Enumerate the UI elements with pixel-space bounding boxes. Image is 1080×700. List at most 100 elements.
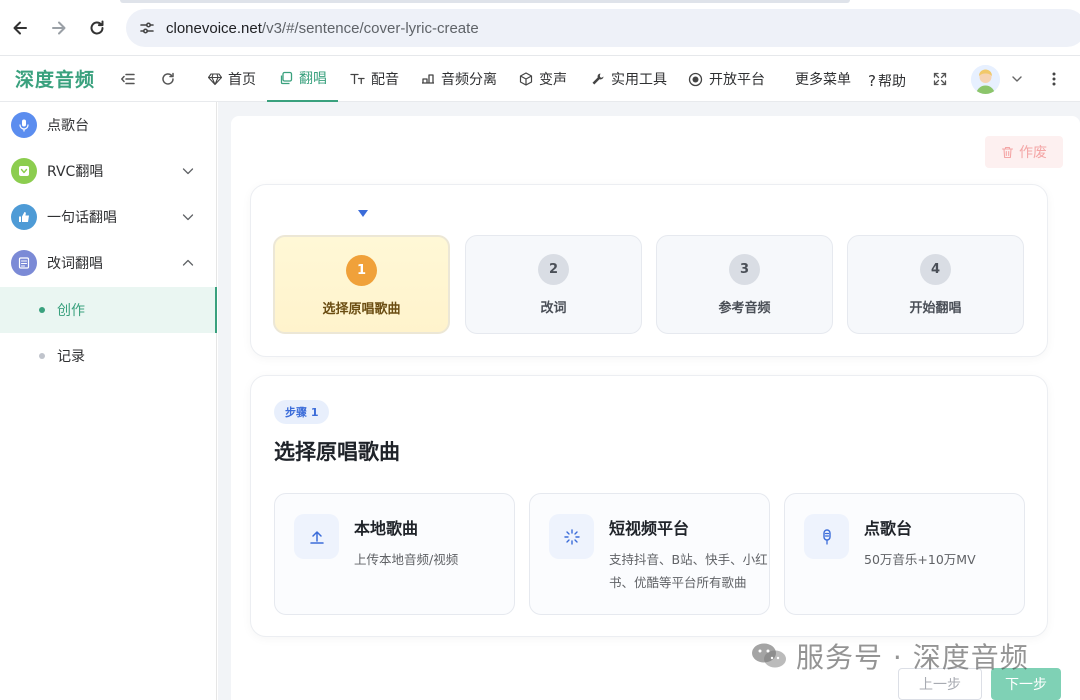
content-title: 选择原唱歌曲 (274, 440, 400, 464)
steps-card: 1 选择原唱歌曲 2 改词 3 参考音频 4 开始翻唱 (250, 184, 1048, 357)
split-icon (421, 72, 435, 86)
fullscreen-icon[interactable] (929, 68, 951, 90)
step-number: 3 (729, 254, 760, 285)
option-desc: 50万音乐+10万MV (864, 552, 976, 567)
microphone-icon (11, 112, 37, 138)
step-badge: 步骤 1 (274, 400, 330, 424)
menu-home[interactable]: 首页 (208, 56, 256, 102)
browser-toolbar: clonevoice.net/v3/#/sentence/cover-lyric… (0, 0, 1080, 56)
menu-voice-change[interactable]: 变声 (519, 56, 567, 102)
option-desc: 支持抖音、B站、快手、小红书、优酷等平台所有歌曲 (609, 552, 768, 590)
menu-open-platform[interactable]: 开放平台 (688, 56, 765, 102)
wrench-icon (591, 72, 605, 86)
discard-button[interactable]: 作废 (985, 136, 1063, 168)
menu-cover-label: 翻唱 (299, 71, 327, 87)
wechat-logo-icon (750, 641, 788, 671)
trash-icon (1001, 146, 1014, 158)
menu-tools[interactable]: 实用工具 (591, 56, 667, 102)
back-button[interactable] (8, 16, 32, 40)
sidebar-subitem-label: 创作 (57, 303, 85, 319)
arrow-left-icon (13, 21, 27, 35)
option-desc: 上传本地音频/视频 (354, 552, 459, 567)
menu-help-label: 帮助 (877, 74, 906, 90)
sidebar-item-label: 点歌台 (47, 118, 89, 134)
sidebar-item-karaoke[interactable]: 点歌台 (0, 102, 217, 148)
step-label: 选择原唱歌曲 (322, 302, 401, 317)
reload-icon (90, 20, 104, 35)
menu-voice-change-label: 变声 (539, 72, 567, 88)
menu-cover[interactable]: 翻唱 (267, 56, 338, 102)
option-karaoke[interactable]: 点歌台 50万音乐+10万MV (784, 493, 1025, 615)
step-1[interactable]: 1 选择原唱歌曲 (273, 235, 450, 334)
arrow-right-icon (52, 21, 66, 35)
radio-icon (688, 72, 703, 87)
menu-audio-separation[interactable]: 音频分离 (421, 56, 497, 102)
sidebar-item-label: RVC翻唱 (47, 164, 104, 180)
step-number: 1 (346, 255, 377, 286)
menu-dubbing-label: 配音 (371, 72, 399, 88)
tab-strip (120, 0, 850, 3)
sidebar-subitem-records[interactable]: 记录 (0, 333, 217, 379)
brand-logo[interactable]: 深度音频 (15, 65, 95, 92)
dot-icon (39, 353, 45, 359)
menu-dubbing[interactable]: 配音 (350, 56, 399, 102)
option-title: 短视频平台 (609, 519, 690, 538)
step-label: 参考音频 (718, 301, 771, 316)
sidebar-subitem-create[interactable]: 创作 (0, 287, 217, 333)
refresh-icon[interactable] (157, 68, 179, 90)
copy-icon (279, 71, 293, 85)
step-3[interactable]: 3 参考音频 (656, 235, 833, 334)
step-label: 改词 (540, 301, 567, 316)
app-header: 深度音频 首页 翻唱 配音 音频分离 变声 实用工具 开放平台 更多菜单 ? 帮… (0, 56, 1080, 102)
address-bar[interactable]: clonevoice.net/v3/#/sentence/cover-lyric… (126, 9, 1080, 47)
sidebar-subitem-label: 记录 (57, 349, 85, 365)
sidebar-item-label: 一句话翻唱 (47, 210, 117, 226)
option-short-video-platform[interactable]: 短视频平台 支持抖音、B站、快手、小红书、优酷等平台所有歌曲 (529, 493, 770, 615)
more-vertical-icon[interactable] (1043, 68, 1065, 90)
menu-more[interactable]: 更多菜单 (795, 56, 851, 102)
chevron-up-icon[interactable] (181, 256, 195, 270)
step-2[interactable]: 2 改词 (465, 235, 642, 334)
menu-open-platform-label: 开放平台 (709, 72, 765, 88)
menu-help[interactable]: ? 帮助 (868, 58, 906, 104)
option-local-song[interactable]: 本地歌曲 上传本地音频/视频 (274, 493, 515, 615)
site-settings-icon[interactable] (138, 19, 156, 37)
sidebar-item-rvc-cover[interactable]: RVC翻唱 (0, 148, 217, 194)
text-tt-icon (350, 72, 365, 86)
menu-more-label: 更多菜单 (795, 72, 851, 88)
upload-icon (294, 514, 339, 559)
step-number: 4 (920, 254, 951, 285)
gem-icon (208, 72, 222, 86)
cube-icon (519, 72, 533, 86)
loading-spark-icon (549, 514, 594, 559)
chevron-down-icon[interactable] (181, 164, 195, 178)
collapse-sidebar-icon[interactable] (117, 68, 139, 90)
reload-button[interactable] (85, 16, 109, 40)
menu-tools-label: 实用工具 (611, 72, 667, 88)
option-title: 点歌台 (864, 519, 913, 538)
step-indicator-triangle-icon (358, 210, 368, 217)
url-host: clonevoice.net (166, 19, 262, 37)
sidebar-item-one-sentence-cover[interactable]: 一句话翻唱 (0, 194, 217, 240)
url-text: clonevoice.net/v3/#/sentence/cover-lyric… (166, 20, 479, 37)
chevron-down-icon[interactable] (1006, 68, 1028, 90)
menu-audio-separation-label: 音频分离 (441, 72, 497, 88)
watermark: 服务号 · 深度音频 (750, 636, 1029, 676)
sidebar-item-label: 改词翻唱 (47, 256, 103, 272)
step-4[interactable]: 4 开始翻唱 (847, 235, 1024, 334)
chevron-down-icon[interactable] (181, 210, 195, 224)
sidebar-item-lyric-cover[interactable]: 改词翻唱 (0, 240, 217, 286)
step-label: 开始翻唱 (909, 301, 962, 316)
dot-icon (39, 307, 45, 313)
discard-label: 作废 (1019, 145, 1047, 161)
edit-list-icon (11, 250, 37, 276)
avatar[interactable] (971, 65, 1000, 94)
step-content-card: 步骤 1 选择原唱歌曲 本地歌曲 上传本地音频/视频 短视频平台 支持抖音、B站… (250, 375, 1048, 637)
menu-home-label: 首页 (228, 72, 256, 88)
sidebar: 点歌台 RVC翻唱 一句话翻唱 改词翻唱 创作 记录 (0, 102, 217, 700)
forward-button[interactable] (47, 16, 71, 40)
music-square-icon (11, 158, 37, 184)
main-area: 作废 1 选择原唱歌曲 2 改词 3 参考音频 4 开始翻唱 步骤 1 选择原唱… (218, 102, 1080, 700)
watermark-text: 服务号 · 深度音频 (796, 641, 1029, 674)
question-icon: ? (868, 72, 876, 90)
